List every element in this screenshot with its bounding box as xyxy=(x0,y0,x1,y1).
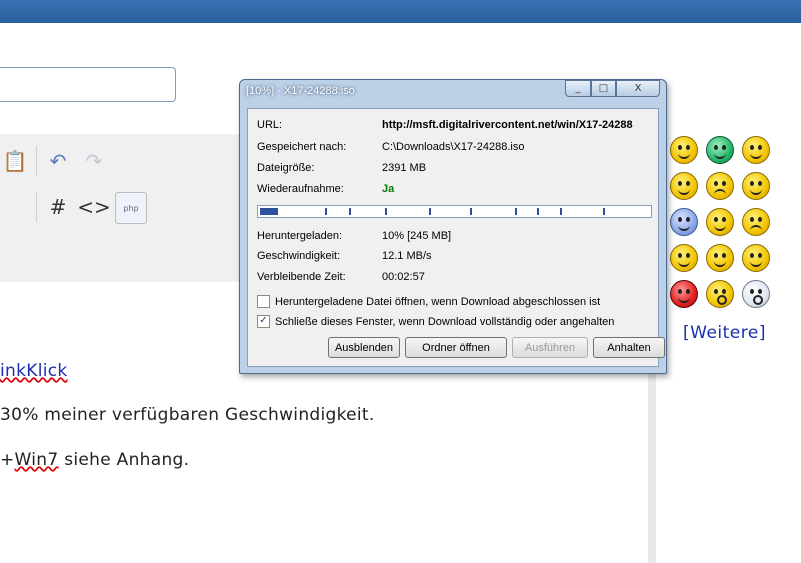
title-input[interactable] xyxy=(0,67,176,102)
close-window-label: Schließe dieses Fenster, wenn Download v… xyxy=(275,315,615,328)
content-line-speed: 30% meiner verfügbaren Geschwindigkeit. xyxy=(0,405,375,425)
saved-to-value: C:\Downloads\X17-24288.iso xyxy=(382,141,525,153)
more-smileys-link[interactable]: [Weitere] xyxy=(683,323,766,343)
content-suffix: siehe Anhang. xyxy=(58,450,190,470)
run-button[interactable]: Ausführen xyxy=(512,337,588,358)
dialog-buttons: Ausblenden Ordner öffnen Ausführen Anhal… xyxy=(328,337,665,358)
download-progress-bar xyxy=(257,205,652,218)
eyeroll-smiley-icon[interactable] xyxy=(706,244,742,280)
close-button[interactable]: X xyxy=(616,80,660,97)
window-controls: _ □ X xyxy=(565,80,660,97)
browser-top-bar xyxy=(0,0,801,23)
cold-smiley-icon[interactable] xyxy=(670,208,706,244)
content-line-attachment: +Win7 siehe Anhang. xyxy=(0,450,189,470)
content-prefix: + xyxy=(0,450,15,470)
resume-value: Ja xyxy=(382,183,395,195)
sad-smiley-icon[interactable] xyxy=(706,172,742,208)
speed-label: Geschwindigkeit: xyxy=(257,250,341,262)
open-after-download-checkbox[interactable]: Heruntergeladene Datei öffnen, wenn Down… xyxy=(257,295,600,308)
undo-icon[interactable]: ↶ xyxy=(43,146,73,176)
cool-smiley-icon[interactable] xyxy=(742,172,778,208)
segment-marker xyxy=(560,208,562,215)
remaining-label: Verbleibende Zeit: xyxy=(257,271,346,283)
smiley-panel xyxy=(670,136,778,316)
content-line-link[interactable]: inkKlick xyxy=(0,361,68,381)
shocked-smiley-icon[interactable] xyxy=(742,280,778,316)
open-after-download-label: Heruntergeladene Datei öffnen, wenn Down… xyxy=(275,295,601,308)
url-label: URL: xyxy=(257,119,283,131)
segment-marker xyxy=(325,208,327,215)
inkklick-link[interactable]: inkKlick xyxy=(0,361,68,381)
resume-label: Wiederaufnahme: xyxy=(257,183,344,195)
segment-marker xyxy=(385,208,387,215)
php-icon[interactable]: php xyxy=(115,192,147,224)
maximize-button[interactable]: □ xyxy=(591,80,616,97)
hash-icon[interactable]: # xyxy=(43,192,73,222)
smiley-icon[interactable] xyxy=(742,136,778,172)
filesize-label: Dateigröße: xyxy=(257,162,315,174)
paste-icon[interactable]: 📋 xyxy=(0,146,30,176)
progress-fill xyxy=(260,208,278,215)
dialog-title: [10%] - X17-24288.iso xyxy=(246,85,355,97)
open-folder-button[interactable]: Ordner öffnen xyxy=(405,337,507,358)
quote-icon[interactable] xyxy=(0,192,30,222)
downloaded-label: Heruntergeladen: xyxy=(257,230,343,242)
king-smiley-icon[interactable] xyxy=(670,280,706,316)
saved-to-label: Gespeichert nach: xyxy=(257,141,347,153)
grin-smiley-icon[interactable] xyxy=(706,136,742,172)
filesize-value: 2391 MB xyxy=(382,162,427,174)
laugh-smiley-icon[interactable] xyxy=(670,172,706,208)
grin-smiley-icon[interactable] xyxy=(670,244,706,280)
segment-marker xyxy=(515,208,517,215)
checkbox-box-checked[interactable]: ✓ xyxy=(257,315,270,328)
checkbox-box[interactable] xyxy=(257,295,270,308)
minimize-button[interactable]: _ xyxy=(565,80,591,97)
angry-smiley-icon[interactable] xyxy=(742,208,778,244)
downloaded-value: 10% [245 MB] xyxy=(382,230,452,242)
smiley-icon[interactable] xyxy=(670,136,706,172)
toolbar-divider xyxy=(36,146,37,176)
segment-marker xyxy=(603,208,605,215)
win7-word: Win7 xyxy=(14,450,59,470)
dizzy-smiley-icon[interactable] xyxy=(706,208,742,244)
url-value: http://msft.digitalrivercontent.net/win/… xyxy=(382,119,633,131)
toolbar-divider xyxy=(36,192,37,222)
dialog-body: URL: http://msft.digitalrivercontent.net… xyxy=(247,108,665,367)
hide-button[interactable]: Ausblenden xyxy=(328,337,400,358)
remaining-value: 00:02:57 xyxy=(382,271,425,283)
segment-marker xyxy=(429,208,431,215)
redo-icon[interactable]: ↷ xyxy=(79,146,109,176)
speed-value: 12.1 MB/s xyxy=(382,250,432,262)
code-icon[interactable]: <> xyxy=(77,192,111,222)
segment-marker xyxy=(349,208,351,215)
download-dialog: [10%] - X17-24288.iso _ □ X URL: http://… xyxy=(239,79,667,374)
pause-button[interactable]: Anhalten xyxy=(593,337,665,358)
close-window-checkbox[interactable]: ✓ Schließe dieses Fenster, wenn Download… xyxy=(257,315,614,328)
segment-marker xyxy=(537,208,539,215)
segment-marker xyxy=(470,208,472,215)
php-label: php xyxy=(123,203,139,213)
surprised-smiley-icon[interactable] xyxy=(706,280,742,316)
devil-smiley-icon[interactable] xyxy=(742,244,778,280)
